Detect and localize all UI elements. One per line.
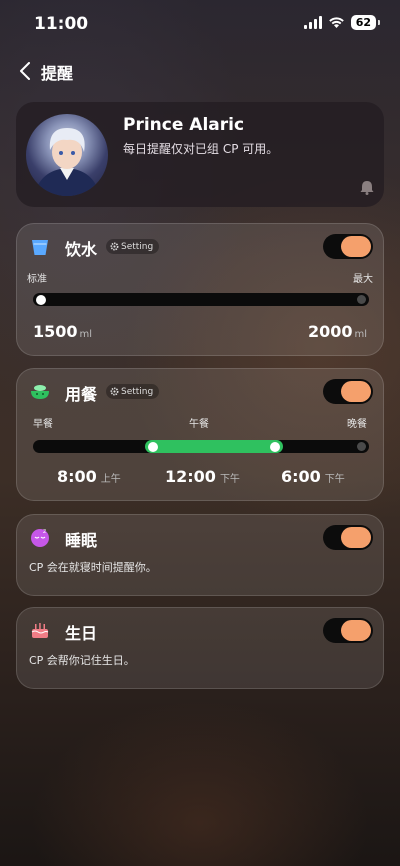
water-setting-label: Setting <box>121 241 154 252</box>
meal-time-breakfast-value: 8:00 <box>57 467 97 486</box>
meal-setting-button[interactable]: Setting <box>106 384 160 399</box>
meal-time-breakfast: 8:00 上午 <box>57 467 121 486</box>
water-min-label: 标准 <box>27 274 47 285</box>
water-toggle[interactable] <box>323 234 373 259</box>
birthday-description: CP 会帮你记住生日。 <box>29 654 135 667</box>
wifi-icon <box>328 17 344 28</box>
water-max-value: 2000 ml <box>308 322 367 341</box>
meal-slider[interactable] <box>33 440 369 453</box>
sleep-title: 睡眠 <box>65 531 98 550</box>
water-slider-max-handle[interactable] <box>357 295 366 304</box>
svg-text:z: z <box>43 528 46 535</box>
water-setting-button[interactable]: Setting <box>106 239 160 254</box>
meal-slider-lunch-start-handle[interactable] <box>148 441 158 452</box>
meal-time-dinner-value: 6:00 <box>281 467 321 486</box>
meal-slider-dinner-handle[interactable] <box>357 442 366 451</box>
meal-slider-range <box>145 440 283 453</box>
birthday-toggle[interactable] <box>323 618 373 643</box>
birthday-cake-icon <box>31 623 49 638</box>
status-bar: 11:00 62 <box>0 0 400 46</box>
meal-time-breakfast-period: 上午 <box>100 474 121 485</box>
water-max-label: 最大 <box>353 274 373 285</box>
avatar-illustration <box>34 128 100 196</box>
water-min-value: 1500 ml <box>33 322 92 341</box>
meal-label-breakfast: 早餐 <box>33 419 53 430</box>
meal-title: 用餐 <box>65 385 98 404</box>
meal-toggle-knob <box>341 381 371 402</box>
battery-cap-icon <box>378 20 380 25</box>
nav-bar: 提醒 <box>0 56 400 86</box>
avatar[interactable] <box>26 114 108 196</box>
meal-slider-lunch-end-handle[interactable] <box>270 441 280 452</box>
meal-time-lunch: 12:00 下午 <box>165 467 240 486</box>
meal-toggle[interactable] <box>323 379 373 404</box>
sleep-toggle-knob <box>341 527 371 548</box>
chevron-left-icon <box>20 62 30 80</box>
meal-time-lunch-period: 下午 <box>219 474 240 485</box>
battery-indicator: 62 <box>350 15 376 30</box>
birthday-card: 生日 CP 会帮你记住生日。 <box>16 607 384 689</box>
profile-description: 每日提醒仅对已组 CP 可用。 <box>123 142 279 156</box>
meal-setting-label: Setting <box>121 386 154 397</box>
water-slider[interactable] <box>33 293 369 306</box>
status-icons: 62 <box>303 15 380 30</box>
water-slider-min-handle[interactable] <box>36 294 46 305</box>
page-title: 提醒 <box>41 64 74 83</box>
water-max-number: 2000 <box>307 322 353 341</box>
profile-name: Prince Alaric <box>123 115 245 135</box>
signal-icon <box>303 16 322 29</box>
meal-bowl-icon <box>31 385 49 399</box>
water-card: 饮水 Setting 标准 最大 1500 ml 2000 ml <box>16 223 384 356</box>
birthday-title: 生日 <box>65 624 98 643</box>
water-title: 饮水 <box>65 240 98 259</box>
sleep-description: CP 会在就寝时间提醒你。 <box>29 561 157 574</box>
water-max-unit: ml <box>354 329 367 340</box>
status-time: 11:00 <box>34 14 89 34</box>
meal-label-lunch: 午餐 <box>189 419 209 430</box>
back-button[interactable] <box>14 59 36 83</box>
water-min-number: 1500 <box>33 322 78 341</box>
water-cup-icon <box>32 240 48 255</box>
meal-card: 用餐 Setting 早餐 午餐 晚餐 8:00 上午 12:00 下午 6:00 下… <box>16 368 384 501</box>
meal-time-dinner-period: 下午 <box>324 474 345 485</box>
sleep-toggle[interactable] <box>323 525 373 550</box>
gear-icon <box>110 242 119 251</box>
sleep-face-icon: z <box>31 528 49 547</box>
water-min-unit: ml <box>79 329 93 340</box>
gear-icon <box>110 387 119 396</box>
sleep-card: z 睡眠 CP 会在就寝时间提醒你。 <box>16 514 384 596</box>
meal-label-dinner: 晚餐 <box>347 419 367 430</box>
profile-card: Prince Alaric 每日提醒仅对已组 CP 可用。 <box>16 102 384 207</box>
water-toggle-knob <box>341 236 371 257</box>
birthday-toggle-knob <box>341 620 371 641</box>
meal-time-dinner: 6:00 下午 <box>281 467 345 486</box>
meal-time-lunch-value: 12:00 <box>165 467 216 486</box>
bell-icon <box>360 180 374 199</box>
